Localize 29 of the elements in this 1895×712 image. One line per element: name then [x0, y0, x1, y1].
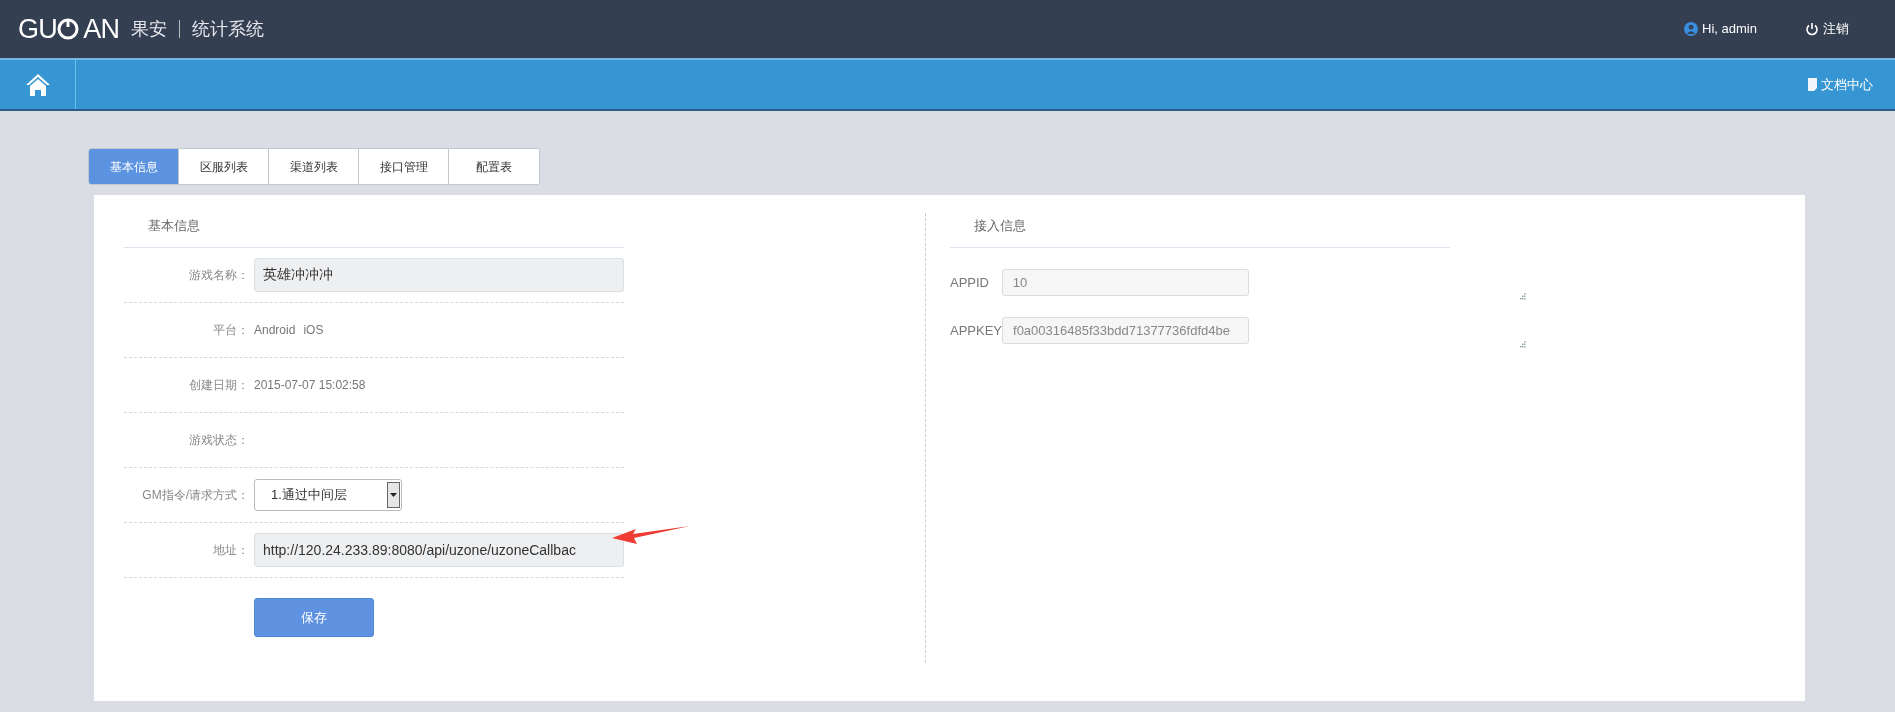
logo-text: GU: [18, 12, 58, 46]
platform-text: Android: [254, 322, 296, 339]
resize-grip-icon: [1519, 293, 1526, 300]
text-field[interactable]: 英雄冲冲冲: [254, 258, 624, 292]
field-label: 游戏名称：: [188, 267, 250, 284]
field-label: 地址：: [212, 542, 250, 559]
logo-mark-icon: [57, 18, 80, 40]
platform-text: iOS: [303, 322, 324, 339]
system-title: 统计系统: [192, 17, 265, 41]
section-title: 基本信息: [148, 218, 200, 233]
field-label: GM指令/请求方式：: [141, 487, 250, 504]
user-icon: [1684, 22, 1699, 36]
value-text: 2015-07-07 15:02:58: [254, 377, 366, 394]
logo-text: AN: [83, 12, 120, 46]
field-label: APPID: [950, 273, 990, 292]
power-icon: [1805, 22, 1819, 36]
user-link[interactable]: Hi, admin: [1702, 19, 1757, 39]
home-icon: [24, 72, 51, 97]
field-label: 平台：: [212, 322, 250, 339]
section-title: 接入信息: [974, 218, 1026, 233]
brand-name: 果安: [131, 17, 168, 41]
text-field[interactable]: http://120.24.233.89:8080/api/uzone/uzoneCallbac: [254, 533, 624, 567]
dropdown[interactable]: 1.通过中间层: [254, 479, 402, 511]
resize-grip-icon: [1519, 341, 1526, 348]
field-label: 创建日期：: [188, 377, 250, 394]
document-icon: [1808, 78, 1817, 91]
field-label: 游戏状态：: [188, 432, 250, 449]
field-label: APPKEY: [950, 321, 1003, 340]
logout-link[interactable]: 注销: [1823, 19, 1849, 39]
